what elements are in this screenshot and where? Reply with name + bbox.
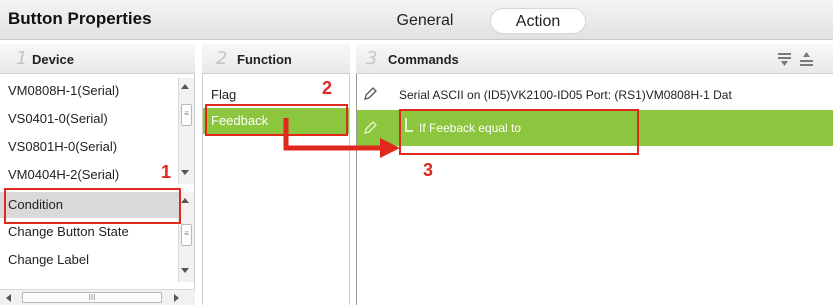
scroll-right-icon[interactable] (174, 294, 179, 302)
annotation-box-condition (4, 188, 181, 224)
scroll-thumb[interactable]: ≡ (181, 104, 192, 126)
device-column-label: Device (32, 52, 74, 67)
commands-column-number: 3 (366, 48, 378, 69)
annotation-number-2: 2 (322, 78, 333, 98)
device-column-number: 1 (16, 48, 28, 69)
move-up-icon[interactable] (798, 50, 816, 68)
title-bar: Button Properties General Action (0, 0, 833, 40)
list-item[interactable]: VS0401-0(Serial) (0, 106, 108, 132)
scroll-down-icon[interactable] (181, 170, 189, 175)
scroll-thumb[interactable]: ≡ (181, 224, 192, 246)
scroll-thumb[interactable]: III (22, 292, 162, 303)
annotation-number-1: 1 (161, 162, 172, 182)
annotation-arrow-icon (283, 118, 400, 158)
list-item[interactable]: VM0404H-2(Serial) (0, 162, 119, 188)
tab-action[interactable]: Action (490, 8, 586, 34)
list-item[interactable]: Change Label (0, 247, 89, 273)
device-horizontal-scrollbar[interactable]: III (0, 289, 195, 305)
list-item[interactable]: VS0801H-0(Serial) (0, 134, 117, 160)
list-item[interactable]: VM0808H-1(Serial) (0, 78, 119, 104)
scroll-left-icon[interactable] (6, 294, 11, 302)
commands-column-header: 3 Commands (356, 44, 833, 74)
scroll-up-icon[interactable] (181, 198, 189, 203)
scroll-up-icon[interactable] (181, 84, 189, 89)
commands-column-label: Commands (388, 52, 459, 67)
move-down-icon[interactable] (776, 50, 794, 68)
annotation-number-3: 3 (423, 160, 434, 180)
annotation-box-if-feedback (399, 109, 639, 155)
function-column-label: Function (237, 52, 292, 67)
scroll-down-icon[interactable] (181, 268, 189, 273)
window-title: Button Properties (8, 9, 152, 28)
tab-general[interactable]: General (380, 8, 470, 34)
function-column-header: 2 Function (202, 44, 350, 74)
command-row[interactable]: Serial ASCII on (ID5)VK2100-ID05 Port: (… (357, 82, 833, 108)
function-column-number: 2 (216, 48, 228, 69)
command-text: Serial ASCII on (ID5)VK2100-ID05 Port: (… (399, 88, 732, 102)
device-scrollbar-upper[interactable]: ≡ (178, 78, 194, 184)
edit-icon[interactable] (363, 87, 377, 101)
device-column-header: 1 Device (0, 44, 195, 74)
